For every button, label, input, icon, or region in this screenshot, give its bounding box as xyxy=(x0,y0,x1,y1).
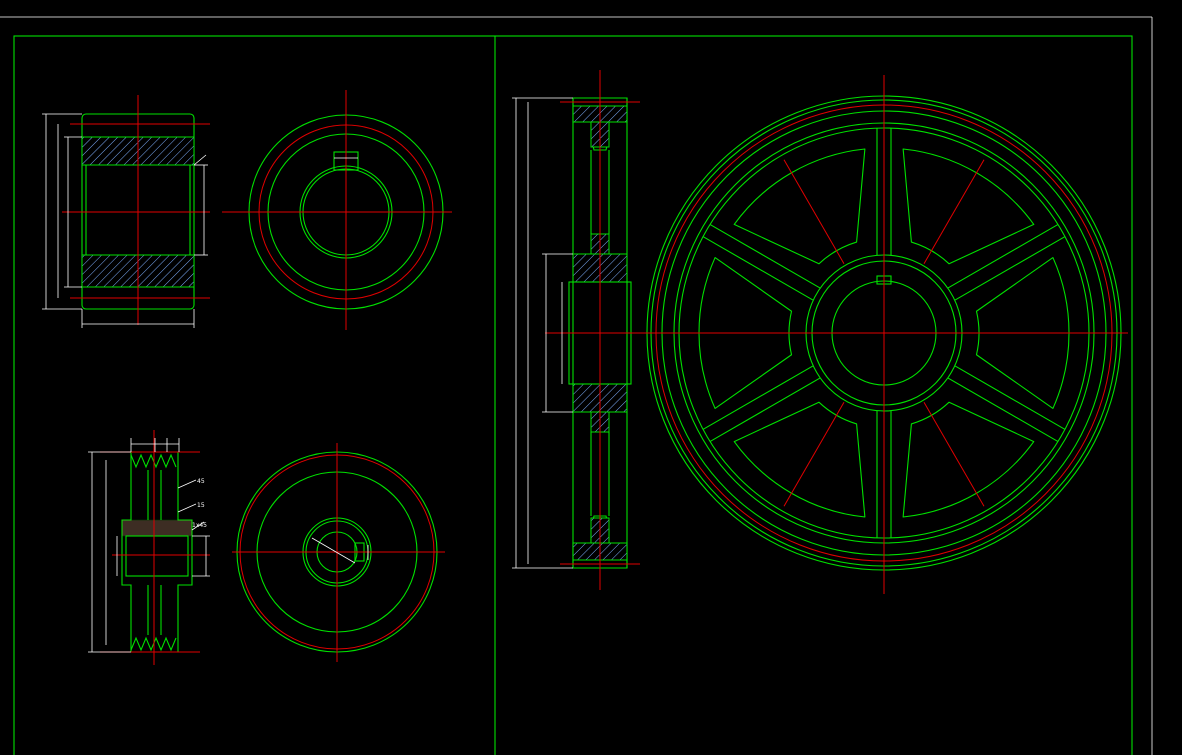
window-centerline xyxy=(923,402,985,507)
cad-drawing-canvas: 45 15 1x45 xyxy=(0,16,1153,755)
chamfer-label-1x45: 1x45 xyxy=(192,522,207,529)
window-centerline xyxy=(783,159,845,264)
chamfer-label-15: 15 xyxy=(197,502,205,509)
large-spoked-wheel-section xyxy=(512,70,650,590)
spoke-window xyxy=(902,401,1035,518)
v-belt-pulley-section: 45 15 1x45 xyxy=(88,430,210,665)
v-belt-pulley-front xyxy=(232,443,445,662)
small-gear-section xyxy=(42,95,210,328)
small-gear-front xyxy=(222,90,452,330)
large-spoked-wheel-front xyxy=(640,75,1128,594)
spoke-edge xyxy=(954,236,1066,301)
spoke-window xyxy=(733,148,866,265)
spoke-window xyxy=(902,148,1035,265)
spoke-edge xyxy=(702,365,814,430)
chamfer-label-45: 45 xyxy=(197,478,205,485)
window-centerline xyxy=(783,402,845,507)
spoke-window xyxy=(733,401,866,518)
spoke-edge xyxy=(702,236,814,301)
spoke-edge xyxy=(954,365,1066,430)
window-centerline xyxy=(923,159,985,264)
